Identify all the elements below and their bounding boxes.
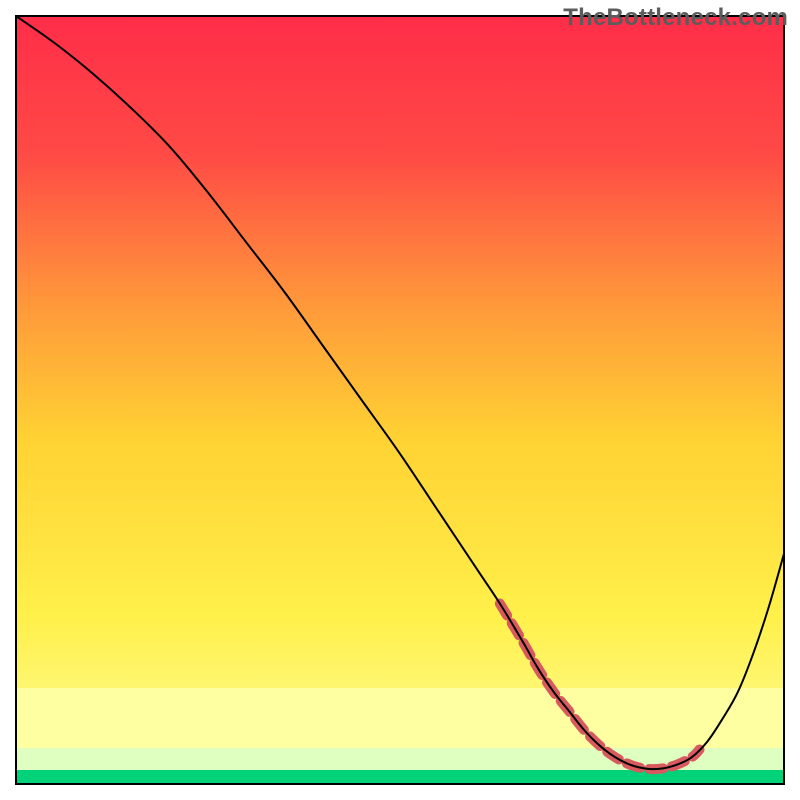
- green-band: [16, 770, 784, 784]
- bottleneck-chart: [0, 0, 800, 800]
- gradient-bg: [16, 16, 784, 784]
- chart-container: TheBottleneck.com: [0, 0, 800, 800]
- watermark-text: TheBottleneck.com: [563, 4, 788, 32]
- yellow-band: [16, 688, 784, 748]
- plot-area: [16, 16, 784, 784]
